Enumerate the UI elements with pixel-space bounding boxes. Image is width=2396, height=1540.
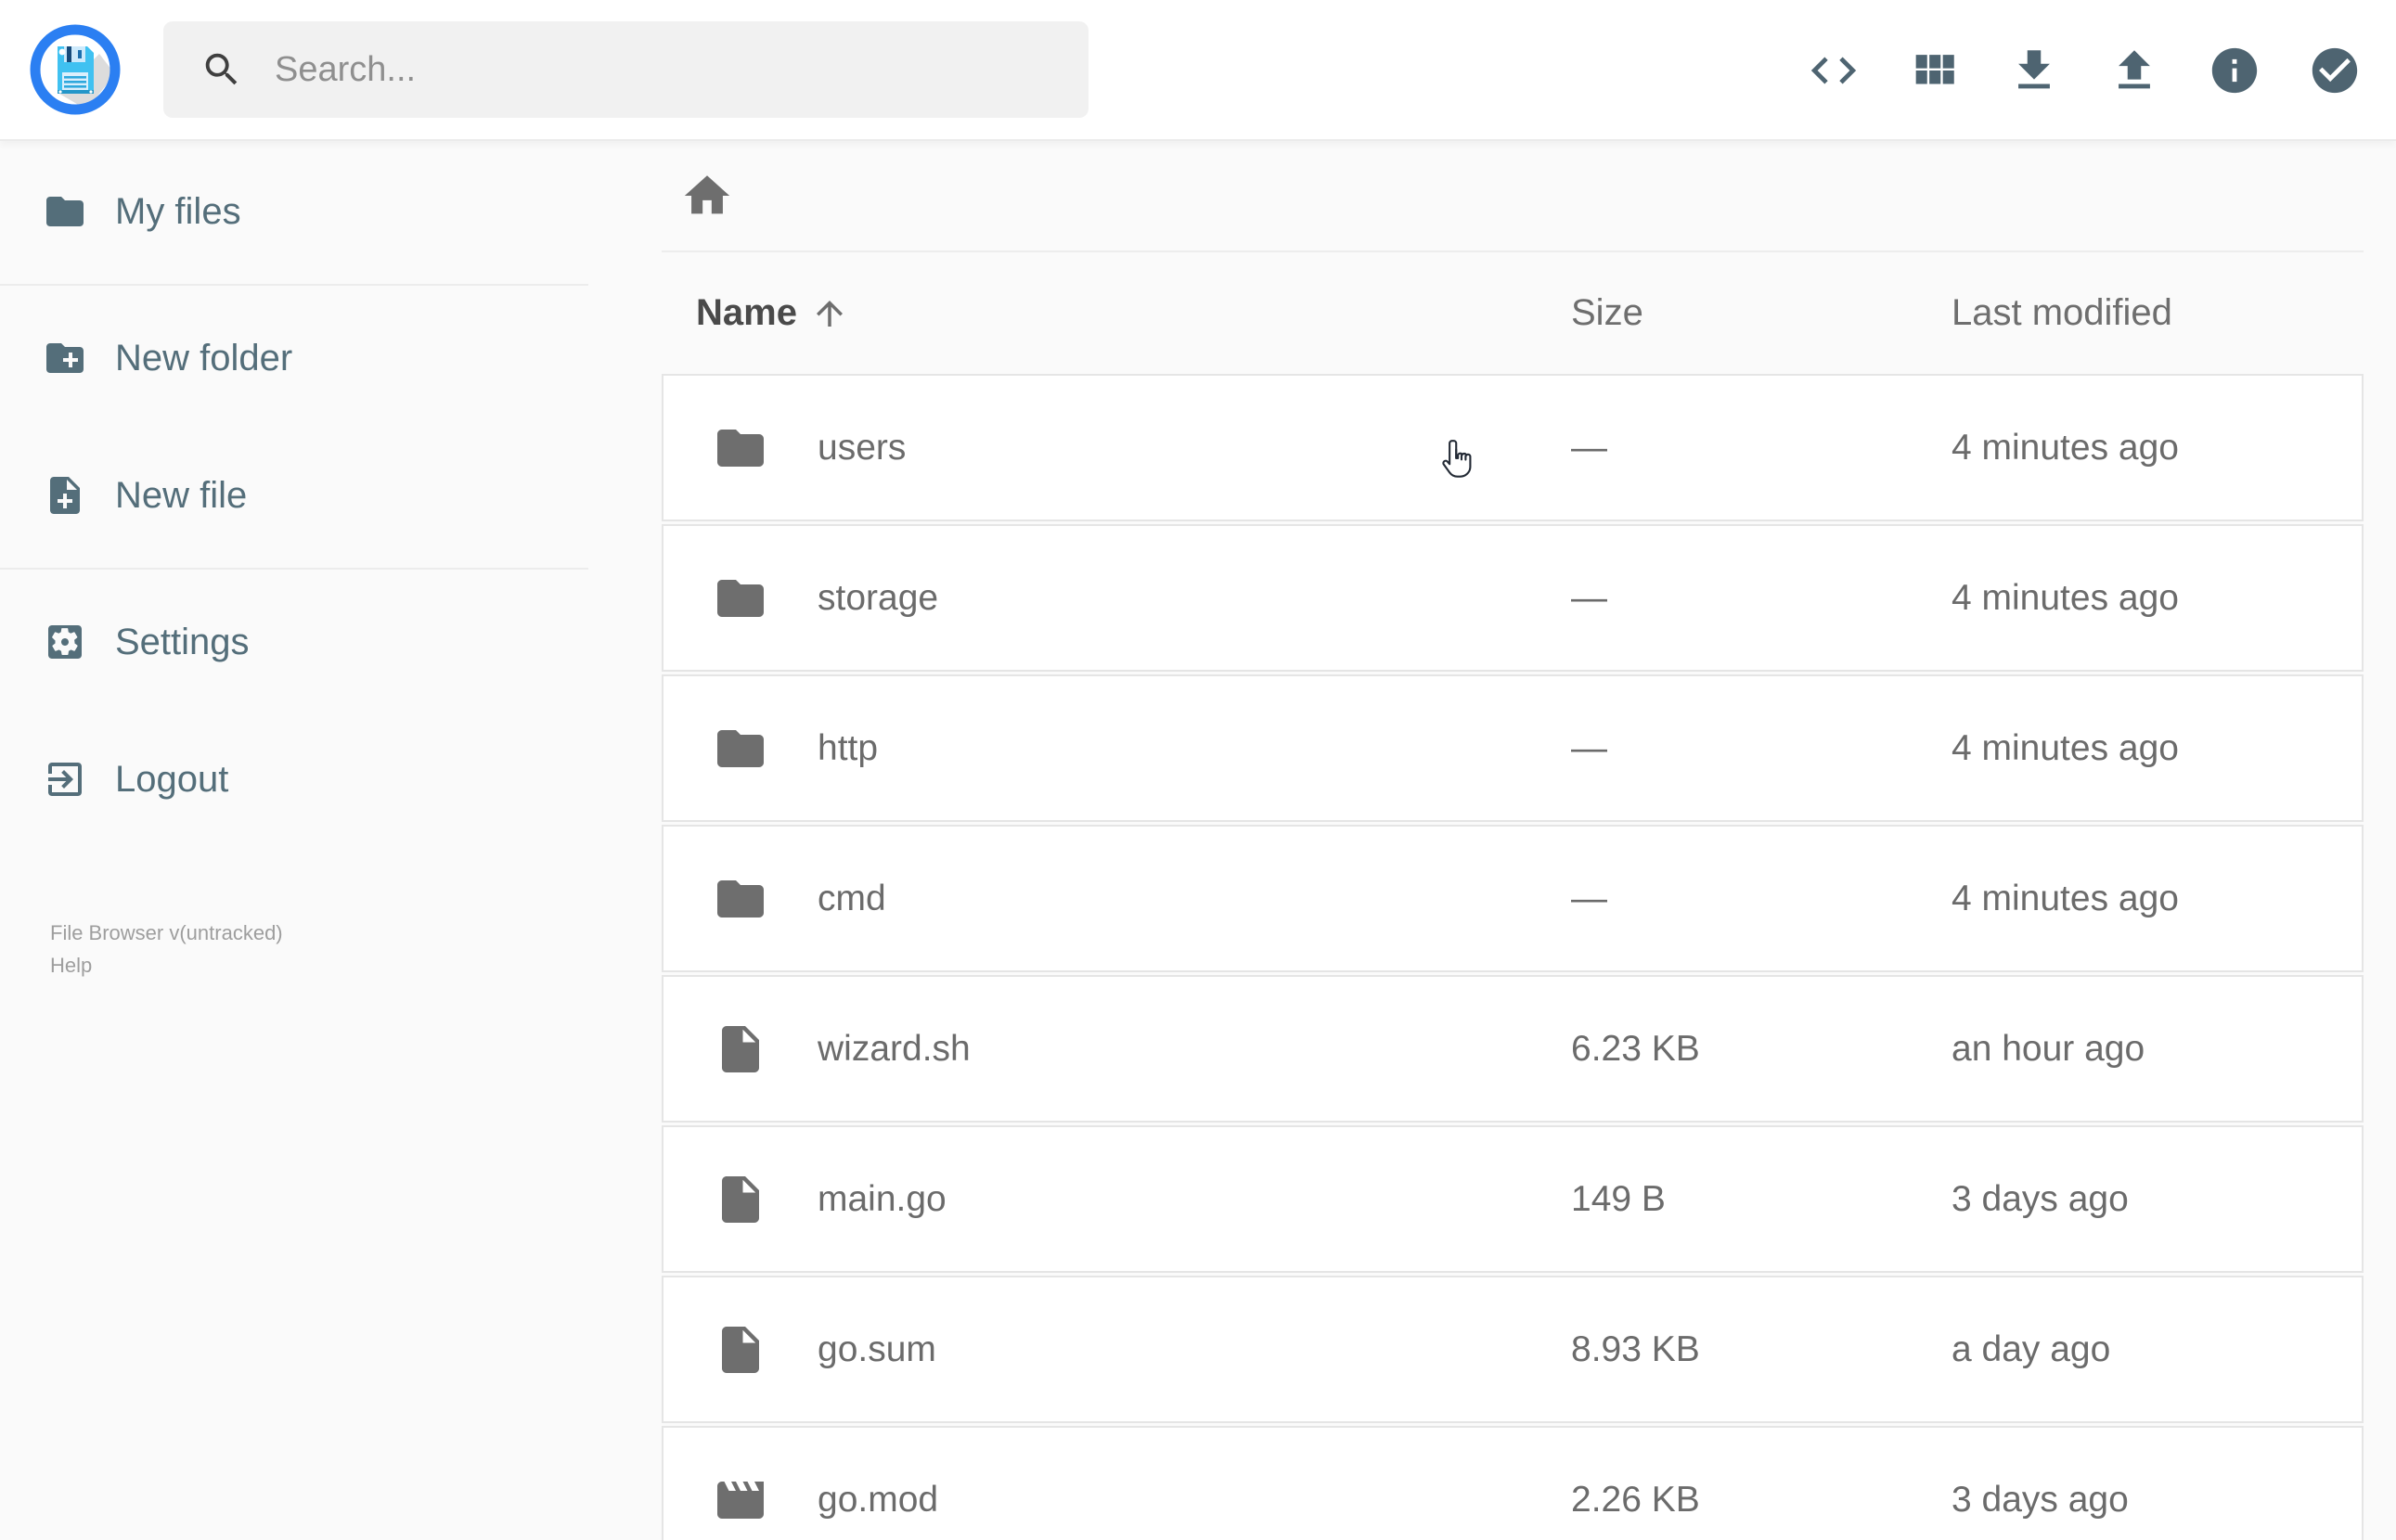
file-modified: 4 minutes ago (1952, 427, 2179, 468)
table-row[interactable]: storage — 4 minutes ago (662, 524, 2364, 672)
file-modified: 3 days ago (1952, 1178, 2129, 1219)
column-header-name[interactable]: Name (696, 292, 797, 334)
file-modified: an hour ago (1952, 1028, 2145, 1069)
check-circle-icon[interactable] (2307, 42, 2363, 99)
sidebar-item-label: New file (115, 474, 248, 516)
sidebar-item-my-files[interactable]: My files (0, 143, 588, 280)
file-list: users — 4 minutes ago storage — 4 minute… (662, 374, 2364, 1540)
toolbar-actions (1806, 42, 2363, 99)
file-icon (713, 1322, 768, 1378)
file-name: go.sum (818, 1328, 936, 1369)
new-folder-icon (43, 336, 87, 380)
sidebar-item-logout[interactable]: Logout (0, 711, 588, 848)
sidebar-divider (0, 284, 588, 286)
sidebar-item-label: Logout (115, 758, 229, 800)
file-name: cmd (818, 878, 886, 918)
file-name: users (818, 427, 907, 468)
top-bar (0, 0, 2396, 141)
breadcrumb (662, 141, 2364, 252)
file-modified: 3 days ago (1952, 1479, 2129, 1520)
home-icon[interactable] (680, 169, 734, 223)
table-row[interactable]: go.mod 2.26 KB 3 days ago (662, 1426, 2364, 1540)
table-row[interactable]: users — 4 minutes ago (662, 374, 2364, 521)
arrow-up-icon[interactable] (810, 294, 849, 333)
search-icon (200, 48, 243, 91)
table-row[interactable]: cmd — 4 minutes ago (662, 825, 2364, 972)
file-name: storage (818, 577, 939, 618)
column-header-size[interactable]: Size (1571, 292, 1952, 334)
sidebar-footer: File Browser v(untracked) Help (50, 917, 283, 982)
column-header-modified[interactable]: Last modified (1952, 292, 2364, 334)
code-icon[interactable] (1806, 42, 1861, 99)
file-modified: 4 minutes ago (1952, 727, 2179, 768)
sidebar-item-new-file[interactable]: New file (0, 427, 588, 564)
file-name: http (818, 727, 879, 768)
file-size: — (1571, 727, 1607, 768)
sidebar: My files New folder New file Settings Lo… (0, 141, 588, 1540)
file-name: wizard.sh (818, 1028, 971, 1069)
sidebar-item-settings[interactable]: Settings (0, 573, 588, 711)
sidebar-divider (0, 568, 588, 570)
file-size: — (1571, 577, 1607, 618)
file-icon (713, 1021, 768, 1077)
new-file-icon (43, 473, 87, 518)
file-modified: 4 minutes ago (1952, 878, 2179, 918)
info-icon[interactable] (2207, 42, 2262, 99)
folder-icon (713, 871, 768, 927)
grid-view-icon[interactable] (1906, 42, 1962, 99)
logout-icon (43, 757, 87, 802)
sidebar-item-label: Settings (115, 621, 250, 662)
file-size: 149 B (1571, 1178, 1666, 1219)
file-modified: a day ago (1952, 1328, 2111, 1369)
folder-icon (713, 721, 768, 776)
table-row[interactable]: main.go 149 B 3 days ago (662, 1125, 2364, 1273)
movie-icon (713, 1472, 768, 1528)
table-row[interactable]: go.sum 8.93 KB a day ago (662, 1276, 2364, 1423)
sidebar-item-label: New folder (115, 337, 293, 379)
upload-icon[interactable] (2106, 42, 2162, 99)
file-icon (713, 1172, 768, 1227)
file-size: 2.26 KB (1571, 1479, 1700, 1520)
table-row[interactable]: wizard.sh 6.23 KB an hour ago (662, 975, 2364, 1123)
file-size: — (1571, 427, 1607, 468)
help-link[interactable]: Help (50, 949, 92, 982)
listing-header: Name Size Last modified (662, 252, 2364, 374)
file-name: go.mod (818, 1479, 939, 1520)
search-bar[interactable] (163, 21, 1089, 118)
search-input[interactable] (275, 49, 1089, 90)
file-modified: 4 minutes ago (1952, 577, 2179, 618)
sidebar-item-label: My files (115, 190, 241, 232)
folder-icon (713, 420, 768, 476)
file-size: 8.93 KB (1571, 1328, 1700, 1369)
app-version: File Browser v(untracked) (50, 921, 283, 944)
file-size: — (1571, 878, 1607, 918)
file-browser-floppy-logo[interactable] (29, 23, 122, 116)
folder-icon (43, 189, 87, 234)
sidebar-item-new-folder[interactable]: New folder (0, 289, 588, 427)
table-row[interactable]: http — 4 minutes ago (662, 674, 2364, 822)
file-listing-area: Name Size Last modified users — 4 minute… (662, 141, 2364, 1540)
download-icon[interactable] (2006, 42, 2062, 99)
file-name: main.go (818, 1178, 947, 1219)
file-size: 6.23 KB (1571, 1028, 1700, 1069)
settings-icon (43, 620, 87, 664)
folder-icon (713, 571, 768, 626)
